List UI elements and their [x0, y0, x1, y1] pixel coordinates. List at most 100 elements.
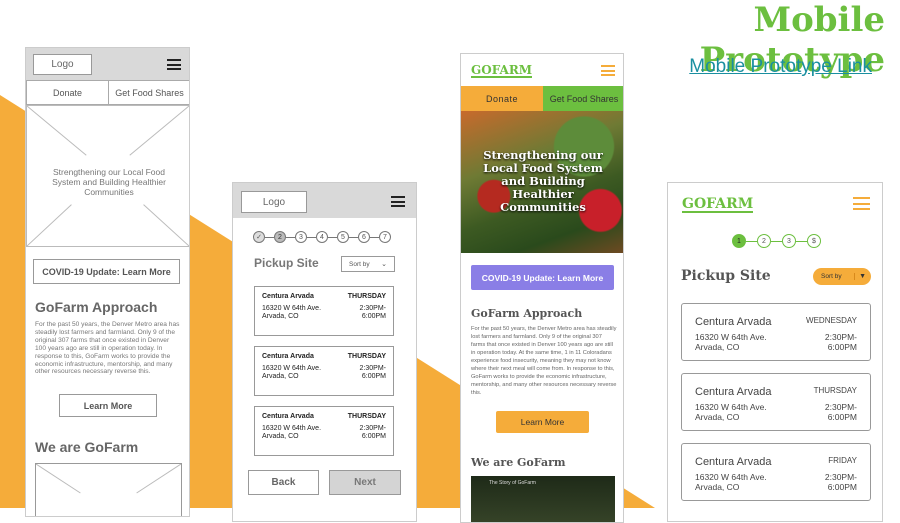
- address-line: 16320 W 64th Ave.: [262, 365, 322, 372]
- step-connector: [286, 236, 295, 238]
- site-name: Centura Arvada: [262, 413, 314, 420]
- we-are-heading: We are GoFarm: [471, 456, 566, 469]
- hero-image: Strengthening our Local Food System and …: [461, 111, 623, 253]
- site-card[interactable]: Centura Arvada THURSDAY 16320 W 64th Ave…: [254, 346, 394, 396]
- address-line: Arvada, CO: [262, 313, 299, 321]
- time-line: 2:30PM-: [824, 402, 857, 412]
- site-day: THURSDAY: [347, 413, 386, 420]
- site-name: Centura Arvada: [262, 353, 314, 360]
- site-name: Centura Arvada: [695, 386, 772, 398]
- time-line: 6:00PM: [361, 373, 386, 381]
- time-line: 6:00PM: [827, 412, 857, 423]
- site-name: Centura Arvada: [695, 316, 772, 328]
- learn-more-button[interactable]: Learn More: [496, 411, 589, 433]
- step-3[interactable]: 3: [782, 234, 796, 248]
- step-connector: [796, 240, 807, 242]
- progress-steps: ✓ 2 3 4 5 6 7: [253, 231, 391, 243]
- address-line: 16320 W 64th Ave.: [695, 402, 767, 412]
- covid-update-button[interactable]: COVID-19 Update: Learn More: [33, 259, 180, 284]
- step-3[interactable]: 3: [295, 231, 307, 243]
- donate-button[interactable]: Donate: [26, 80, 109, 105]
- site-time: 2:30PM- 6:00PM: [825, 332, 857, 352]
- menu-icon[interactable]: [853, 197, 870, 210]
- step-4[interactable]: 4: [316, 231, 328, 243]
- site-address: 16320 W 64th Ave. Arvada, CO: [262, 425, 321, 442]
- time-line: 2:30PM-: [824, 332, 857, 342]
- site-name: Centura Arvada: [695, 456, 772, 468]
- address-line: 16320 W 64th Ave.: [262, 425, 322, 432]
- site-time: 2:30PM- 6:00PM: [360, 365, 386, 382]
- site-time: 2:30PM- 6:00PM: [360, 305, 386, 322]
- address-line: 16320 W 64th Ave.: [695, 472, 767, 482]
- time-line: 6:00PM: [361, 433, 386, 441]
- site-day: THURSDAY: [347, 293, 386, 300]
- step-connector: [265, 236, 274, 238]
- learn-more-button[interactable]: Learn More: [59, 394, 157, 417]
- address-line: Arvada, CO: [695, 342, 740, 353]
- hero-image-placeholder: Strengthening our Local Food System and …: [26, 105, 189, 247]
- address-line: Arvada, CO: [262, 373, 299, 381]
- site-card[interactable]: Centura Arvada WEDNESDAY 16320 W 64th Av…: [681, 303, 871, 361]
- caret-down-icon: ▼: [854, 273, 866, 280]
- food-shares-button[interactable]: Get Food Shares: [108, 80, 189, 105]
- sort-dropdown[interactable]: Sort by ⌄: [341, 256, 395, 272]
- site-card[interactable]: Centura Arvada THURSDAY 16320 W 64th Ave…: [681, 373, 871, 431]
- mock-pickup-frame: GOFARM 1 2 3 $ Pickup Site Sort by ▼ Centura…: [667, 182, 883, 522]
- logo-placeholder[interactable]: Logo: [33, 54, 92, 75]
- step-connector: [370, 236, 379, 238]
- step-5[interactable]: 5: [337, 231, 349, 243]
- gofarm-logo[interactable]: GOFARM: [682, 197, 754, 213]
- we-are-heading: We are GoFarm: [35, 439, 139, 455]
- logo-placeholder[interactable]: Logo: [241, 191, 307, 213]
- step-7[interactable]: 7: [379, 231, 391, 243]
- hero-text: Strengthening our Local Food System and …: [52, 167, 166, 198]
- time-line: 2:30PM-: [359, 365, 386, 372]
- sort-label: Sort by: [821, 273, 842, 280]
- wireframe-home-frame: Logo Donate Get Food Shares Strengthenin…: [25, 47, 190, 517]
- step-2[interactable]: 2: [757, 234, 771, 248]
- menu-icon[interactable]: [167, 59, 181, 70]
- sort-dropdown[interactable]: Sort by ▼: [813, 268, 871, 285]
- step-1[interactable]: 1: [732, 234, 746, 248]
- page-title: Pickup Site: [254, 256, 319, 270]
- gofarm-logo[interactable]: GOFARM: [471, 64, 533, 78]
- site-name: Centura Arvada: [262, 293, 314, 300]
- video-title: The Story of GoFarm: [489, 480, 536, 486]
- covid-update-button[interactable]: COVID-19 Update: Learn More: [471, 265, 614, 290]
- food-shares-button[interactable]: Get Food Shares: [543, 86, 623, 111]
- donate-button[interactable]: Donate: [461, 86, 543, 111]
- menu-icon[interactable]: [601, 65, 615, 76]
- chevron-down-icon: ⌄: [381, 261, 387, 268]
- site-card[interactable]: Centura Arvada THURSDAY 16320 W 64th Ave…: [254, 406, 394, 456]
- video-placeholder: [35, 463, 182, 516]
- menu-icon[interactable]: [391, 196, 405, 207]
- next-button[interactable]: Next: [329, 470, 401, 495]
- approach-text: For the past 50 years, the Denver Metro …: [35, 321, 180, 376]
- site-address: 16320 W 64th Ave. Arvada, CO: [695, 332, 767, 352]
- approach-heading: GoFarm Approach: [471, 307, 583, 320]
- approach-heading: GoFarm Approach: [35, 299, 158, 315]
- site-address: 16320 W 64th Ave. Arvada, CO: [695, 402, 767, 422]
- page-title: Pickup Site: [681, 268, 771, 284]
- step-2[interactable]: 2: [274, 231, 286, 243]
- step-1[interactable]: ✓: [253, 231, 265, 243]
- address-line: Arvada, CO: [695, 482, 740, 493]
- site-address: 16320 W 64th Ave. Arvada, CO: [695, 472, 767, 492]
- site-card[interactable]: Centura Arvada THURSDAY 16320 W 64th Ave…: [254, 286, 394, 336]
- prototype-link[interactable]: Mobile Prototype Link: [660, 56, 872, 78]
- step-6[interactable]: 6: [358, 231, 370, 243]
- site-time: 2:30PM- 6:00PM: [825, 472, 857, 492]
- site-card[interactable]: Centura Arvada FRIDAY 16320 W 64th Ave. A…: [681, 443, 871, 501]
- time-line: 2:30PM-: [359, 425, 386, 432]
- step-connector: [307, 236, 316, 238]
- back-button[interactable]: Back: [248, 470, 319, 495]
- site-day: THURSDAY: [813, 386, 857, 395]
- step-4[interactable]: $: [807, 234, 821, 248]
- approach-text: For the past 50 years, the Denver Metro …: [471, 326, 617, 396]
- site-day: THURSDAY: [347, 353, 386, 360]
- time-line: 2:30PM-: [824, 472, 857, 482]
- video-embed[interactable]: The Story of GoFarm: [471, 476, 615, 522]
- time-line: 6:00PM: [827, 342, 857, 353]
- step-connector: [771, 240, 782, 242]
- hero-text: Strengthening our Local Food System and …: [483, 148, 603, 214]
